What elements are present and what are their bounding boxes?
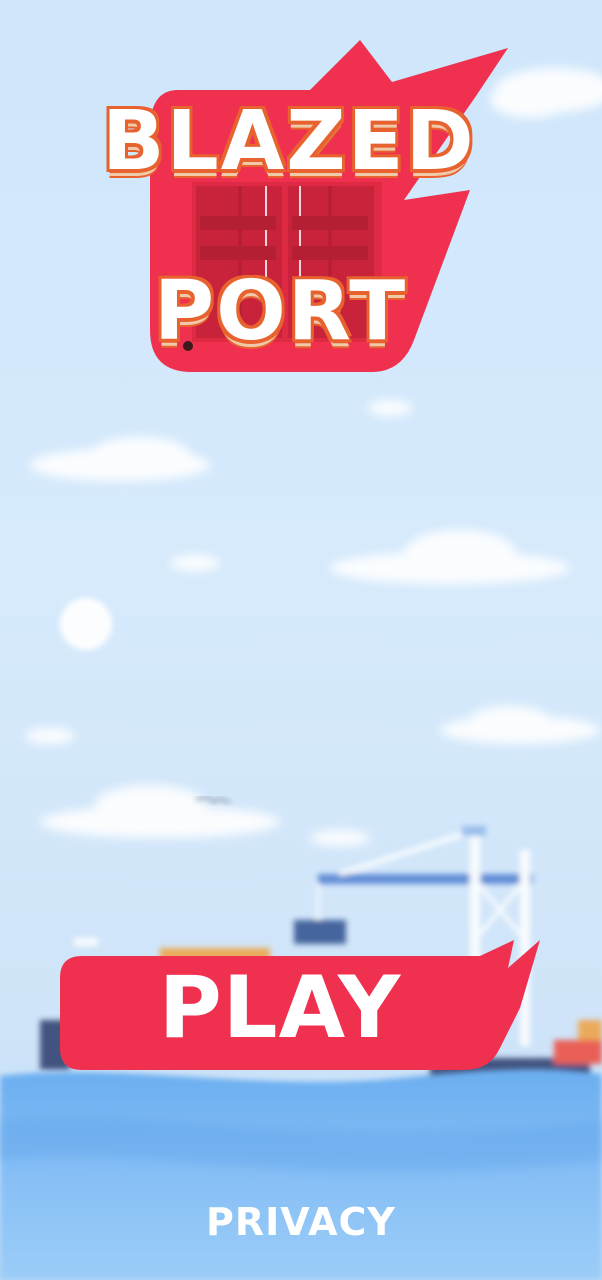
game-logo: BLAZED PORT	[92, 40, 512, 380]
sea-water	[0, 1069, 602, 1280]
play-button[interactable]	[60, 938, 542, 1074]
sun-icon	[60, 598, 112, 650]
logo-title-line1: BLAZED	[102, 94, 476, 189]
privacy-link[interactable]: PRIVACY	[150, 1198, 452, 1246]
play-button-shape[interactable]	[60, 940, 540, 1070]
logo-title-line2: PORT	[154, 264, 408, 359]
